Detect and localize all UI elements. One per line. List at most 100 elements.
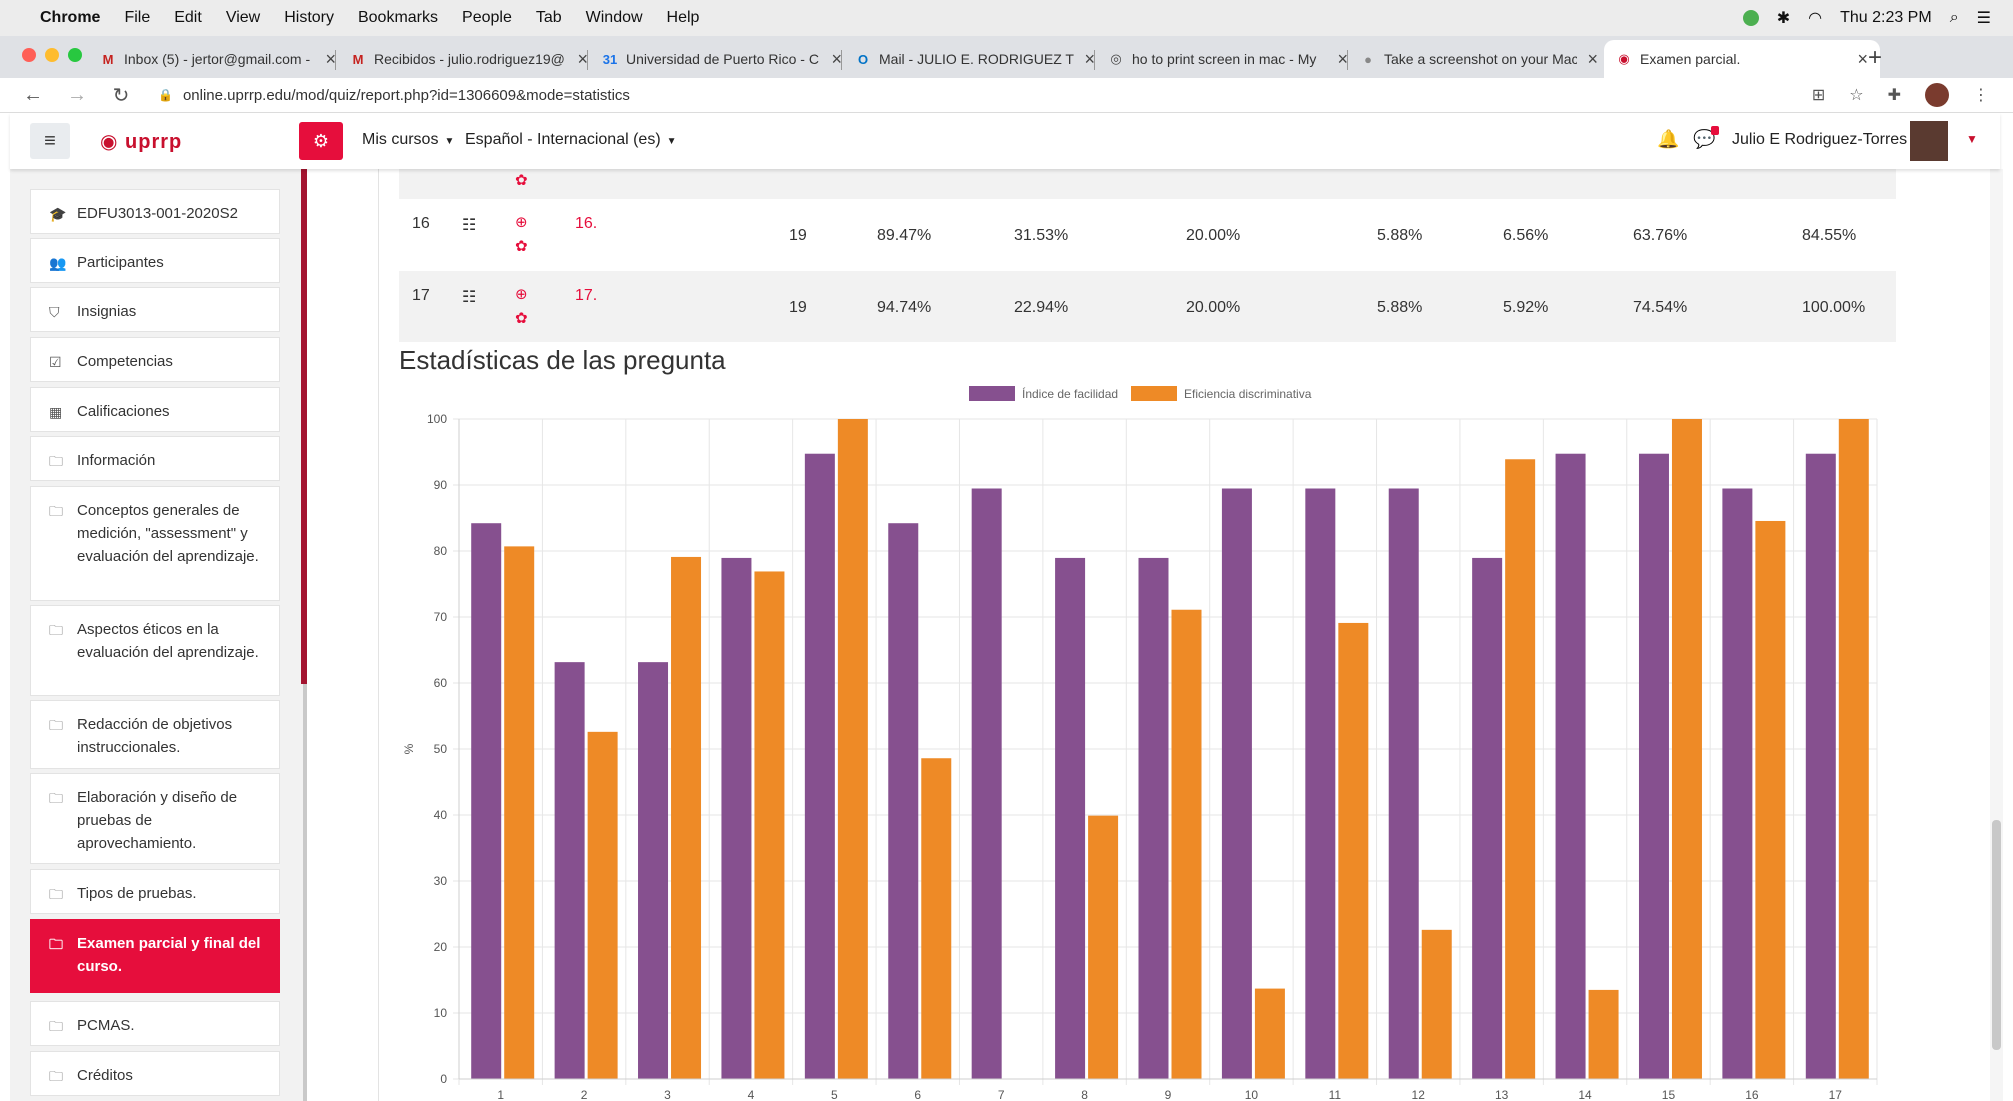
- tab-7[interactable]: ◉ Examen parcial. ×: [1604, 40, 1880, 78]
- sidebar-item-8[interactable]: 🗀 Aspectos éticos en la evaluación del ap…: [30, 605, 280, 696]
- tab-5[interactable]: ◎ ho to print screen in mac - My ×: [1108, 40, 1348, 78]
- bar-discrimination-12[interactable]: [1421, 929, 1452, 1079]
- notifications-bell-icon[interactable]: 🔔: [1657, 129, 1679, 150]
- sidebar-item-5[interactable]: ▦ Calificaciones: [30, 387, 280, 432]
- settings-gear-icon[interactable]: ✿: [515, 237, 528, 255]
- menu-app-chrome[interactable]: Chrome: [40, 9, 100, 27]
- user-avatar[interactable]: [1910, 121, 1948, 161]
- sidebar-item-10[interactable]: 🗀 Elaboración y diseño de pruebas de apro…: [30, 773, 280, 864]
- lock-icon[interactable]: 🔒: [158, 88, 173, 102]
- user-menu-caret-icon[interactable]: ▼: [1966, 132, 1978, 146]
- sidebar-item-3[interactable]: ⛉ Insignias: [30, 287, 280, 332]
- bar-facility-11[interactable]: [1305, 488, 1336, 1079]
- wifi-icon[interactable]: ◠: [1808, 8, 1822, 28]
- bar-facility-10[interactable]: [1221, 488, 1252, 1079]
- gears-button[interactable]: ⚙: [299, 122, 343, 160]
- legend-label-1[interactable]: Índice de facilidad: [1022, 386, 1118, 401]
- bar-facility-4[interactable]: [721, 557, 752, 1079]
- menu-help[interactable]: Help: [667, 9, 700, 27]
- legend-label-2[interactable]: Eficiencia discriminativa: [1184, 387, 1312, 401]
- bar-discrimination-8[interactable]: [1088, 815, 1119, 1079]
- bar-facility-2[interactable]: [554, 662, 585, 1079]
- sidebar-item-7[interactable]: 🗀 Conceptos generales de medición, "asses…: [30, 486, 280, 601]
- bar-discrimination-4[interactable]: [754, 571, 785, 1079]
- question-list-icon[interactable]: ☷: [462, 287, 476, 307]
- bar-discrimination-2[interactable]: [587, 731, 618, 1079]
- bar-discrimination-6[interactable]: [921, 758, 952, 1079]
- bar-discrimination-10[interactable]: [1254, 988, 1285, 1079]
- bar-discrimination-13[interactable]: [1505, 459, 1536, 1079]
- preview-zoom-icon[interactable]: ⊕: [515, 285, 528, 303]
- tab-6[interactable]: ● Take a screenshot on your Mac ×: [1360, 40, 1598, 78]
- bar-discrimination-5[interactable]: [837, 419, 868, 1079]
- menu-edit[interactable]: Edit: [174, 9, 202, 27]
- tab-3[interactable]: 31 Universidad de Puerto Rico - C ×: [602, 40, 842, 78]
- menu-window[interactable]: Window: [586, 9, 643, 27]
- menu-history[interactable]: History: [284, 9, 334, 27]
- bluetooth-icon[interactable]: ✱: [1777, 8, 1790, 28]
- messages-icon[interactable]: 💬: [1693, 126, 1720, 150]
- close-window-button[interactable]: [22, 48, 36, 62]
- extensions-icon[interactable]: ✚: [1888, 85, 1901, 105]
- tab-2[interactable]: M Recibidos - julio.rodriguez19@ ×: [350, 40, 588, 78]
- sidebar-item-4[interactable]: ☑ Competencias: [30, 337, 280, 382]
- address-bar[interactable]: 🔒 online.uprrp.edu/mod/quiz/report.php?i…: [158, 87, 630, 104]
- bar-facility-8[interactable]: [1055, 557, 1086, 1079]
- bar-facility-12[interactable]: [1388, 488, 1419, 1079]
- sidebar-item-2[interactable]: 👥 Participantes: [30, 238, 280, 283]
- language-menu[interactable]: Español - Internacional (es) ▼: [465, 131, 677, 149]
- sidebar-item-1[interactable]: 🎓 EDFU3013-001-2020S2: [30, 189, 280, 234]
- profile-avatar[interactable]: [1925, 83, 1949, 107]
- mis-cursos-menu[interactable]: Mis cursos ▼: [362, 131, 454, 149]
- sidebar-item-13[interactable]: 🗀 PCMAS.: [30, 1001, 280, 1046]
- sidebar-item-11[interactable]: 🗀 Tipos de pruebas.: [30, 869, 280, 914]
- bar-facility-5[interactable]: [804, 453, 835, 1079]
- spotlight-search-icon[interactable]: ⌕: [1950, 9, 1959, 27]
- bar-facility-17[interactable]: [1805, 453, 1836, 1079]
- bar-discrimination-9[interactable]: [1171, 609, 1202, 1079]
- zoom-window-button[interactable]: [68, 48, 82, 62]
- settings-gear-icon[interactable]: ✿: [515, 309, 528, 327]
- close-tab-icon[interactable]: ×: [1857, 49, 1868, 70]
- status-w-icon[interactable]: [1742, 10, 1759, 26]
- tab-1[interactable]: M Inbox (5) - jertor@gmail.com - ×: [100, 40, 336, 78]
- bar-discrimination-11[interactable]: [1338, 622, 1369, 1079]
- bar-facility-6[interactable]: [888, 523, 919, 1079]
- url-text[interactable]: online.uprrp.edu/mod/quiz/report.php?id=…: [183, 87, 630, 104]
- bar-facility-14[interactable]: [1555, 453, 1586, 1079]
- new-tab-button[interactable]: +: [1868, 44, 1882, 72]
- question-list-icon[interactable]: ☷: [462, 215, 476, 235]
- bookmark-star-icon[interactable]: ☆: [1849, 85, 1863, 105]
- bar-discrimination-16[interactable]: [1755, 520, 1786, 1079]
- clock[interactable]: Thu 2:23 PM: [1840, 9, 1932, 27]
- bar-discrimination-15[interactable]: [1671, 419, 1702, 1079]
- minimize-window-button[interactable]: [45, 48, 59, 62]
- page-scrollbar-thumb[interactable]: [1992, 820, 2001, 1050]
- forward-icon[interactable]: →: [66, 84, 88, 107]
- chrome-menu-icon[interactable]: ⋮: [1973, 85, 1989, 105]
- close-tab-icon[interactable]: ×: [1587, 49, 1598, 70]
- back-icon[interactable]: ←: [22, 84, 44, 107]
- sidebar-item-12[interactable]: 🗀 Examen parcial y final del curso.: [30, 919, 280, 993]
- question-name-link[interactable]: 16.: [575, 215, 597, 233]
- sidebar-item-14[interactable]: 🗀 Créditos: [30, 1051, 280, 1096]
- drawer-toggle-button[interactable]: ≡: [30, 123, 70, 159]
- bar-facility-1[interactable]: [471, 523, 502, 1079]
- reload-icon[interactable]: ↻: [110, 83, 132, 108]
- menu-tab[interactable]: Tab: [536, 9, 562, 27]
- settings-gear-icon[interactable]: ✿: [515, 171, 528, 189]
- legend-swatch-2[interactable]: [1131, 386, 1177, 401]
- bar-discrimination-17[interactable]: [1838, 419, 1869, 1079]
- preview-zoom-icon[interactable]: ⊕: [515, 213, 528, 231]
- menu-view[interactable]: View: [226, 9, 260, 27]
- menu-people[interactable]: People: [462, 9, 512, 27]
- bar-facility-15[interactable]: [1638, 453, 1669, 1079]
- question-name-link[interactable]: 17.: [575, 287, 597, 305]
- menu-bookmarks[interactable]: Bookmarks: [358, 9, 438, 27]
- bar-facility-3[interactable]: [638, 662, 669, 1079]
- bar-facility-9[interactable]: [1138, 557, 1169, 1079]
- bar-discrimination-14[interactable]: [1588, 989, 1619, 1079]
- control-center-icon[interactable]: ☰: [1977, 8, 1991, 28]
- sidebar-item-6[interactable]: 🗀 Información: [30, 436, 280, 481]
- menu-file[interactable]: File: [124, 9, 150, 27]
